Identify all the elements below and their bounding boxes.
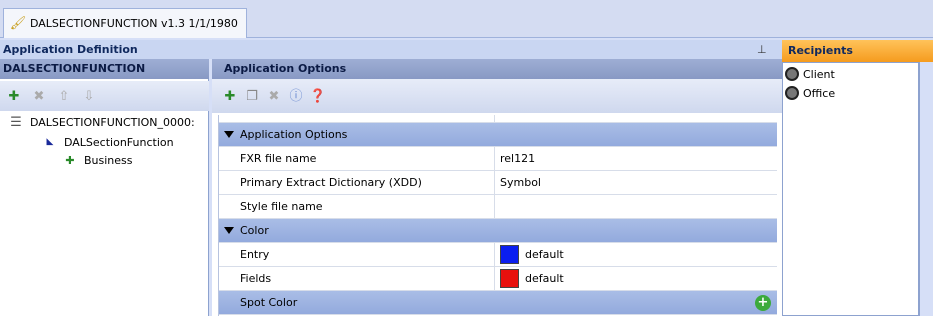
move-up-icon[interactable]: ⇧ — [56, 88, 72, 104]
tree-node-root[interactable]: ☰ DALSECTIONFUNCTION_0000: — [8, 114, 195, 130]
document-icon: ☰ — [10, 114, 22, 130]
property-row[interactable]: FXR file name rel121 — [219, 147, 777, 171]
options-panel: Application Options ✚ ❐ ✖ ⓘ ❓ Applicatio… — [212, 59, 782, 316]
category-spot-color[interactable]: Spot Color + — [219, 291, 777, 315]
pin-icon[interactable]: ⊥ — [757, 43, 767, 56]
recipient-item-office[interactable]: Office — [785, 86, 835, 100]
options-panel-title: Application Options — [212, 59, 782, 79]
category-color[interactable]: Color — [219, 219, 777, 243]
recipient-item-client[interactable]: Client — [785, 67, 835, 81]
category-application-options[interactable]: Application Options — [219, 123, 777, 147]
document-tab-strip: 🖌 DALSECTIONFUNCTION v1.3 1/1/1980 — [0, 0, 933, 38]
property-row[interactable]: Style file name — [219, 195, 777, 219]
tree-node-label: DALSECTIONFUNCTION_0000: — [30, 115, 195, 129]
category-label: Application Options — [240, 128, 348, 141]
property-row[interactable]: Entry default — [219, 243, 777, 267]
category-label: Spot Color — [240, 296, 298, 309]
property-grid: Application Options FXR file name rel121… — [218, 115, 777, 316]
tree-node-section[interactable]: ◣ DALSectionFunction — [42, 134, 174, 150]
property-name: Entry — [219, 243, 495, 266]
recipient-label: Office — [803, 86, 836, 100]
collapse-arrow-icon[interactable] — [224, 131, 234, 138]
function-icon: ✚ — [65, 153, 75, 167]
grid-header-spacer — [219, 115, 777, 123]
recipients-header: Recipients — [782, 40, 933, 62]
recipient-label: Client — [803, 67, 835, 81]
document-tab-label: DALSECTIONFUNCTION v1.3 1/1/1980 — [30, 17, 238, 30]
color-value[interactable]: default — [500, 243, 564, 266]
move-down-icon[interactable]: ⇩ — [81, 88, 97, 104]
property-value: default — [525, 248, 564, 261]
property-value[interactable]: rel121 — [500, 147, 535, 170]
color-swatch[interactable] — [500, 269, 519, 288]
color-value[interactable]: default — [500, 267, 564, 290]
property-name: FXR file name — [219, 147, 495, 170]
category-label: Color — [240, 224, 269, 237]
property-name: Primary Extract Dictionary (XDD) — [219, 171, 495, 194]
tree-node-label: Business — [84, 153, 133, 167]
grid-header-cell — [219, 115, 495, 123]
add-option-icon[interactable]: ✚ — [222, 88, 238, 104]
tree-node-label: DALSectionFunction — [64, 135, 174, 149]
delete-icon[interactable]: ✖ — [266, 88, 282, 104]
options-toolbar: ✚ ❐ ✖ ⓘ ❓ — [212, 79, 782, 113]
tree-node-business[interactable]: ✚ Business — [62, 152, 133, 168]
tree-panel: DALSECTIONFUNCTION ✚ ✖ ⇧ ⇩ ☰ DALSECTIONF… — [0, 59, 209, 316]
section-icon: ◣ — [46, 136, 54, 147]
person-icon — [785, 67, 799, 81]
property-name: Fields — [219, 267, 495, 290]
delete-icon[interactable]: ✖ — [31, 88, 47, 104]
add-spot-color-icon[interactable]: + — [755, 295, 771, 311]
property-name: Style file name — [219, 195, 495, 218]
property-row[interactable]: Fields default — [219, 267, 777, 291]
property-row[interactable]: Primary Extract Dictionary (XDD) Symbol — [219, 171, 777, 195]
person-icon — [785, 86, 799, 100]
application-definition-header: Application Definition — [0, 40, 782, 59]
collapse-arrow-icon[interactable] — [224, 227, 234, 234]
property-value[interactable]: Symbol — [500, 171, 541, 194]
tree-panel-title: DALSECTIONFUNCTION — [0, 59, 209, 79]
add-node-icon[interactable]: ✚ — [6, 88, 22, 104]
copy-icon[interactable]: ❐ — [244, 88, 260, 104]
help-icon[interactable]: ❓ — [310, 88, 326, 104]
brush-icon: 🖌 — [9, 16, 27, 31]
property-value: default — [525, 272, 564, 285]
info-icon[interactable]: ⓘ — [288, 88, 304, 104]
recipients-list: Client Office — [782, 62, 919, 316]
document-tab[interactable]: 🖌 DALSECTIONFUNCTION v1.3 1/1/1980 — [3, 8, 247, 38]
color-swatch[interactable] — [500, 245, 519, 264]
tree-toolbar: ✚ ✖ ⇧ ⇩ — [0, 81, 209, 111]
panel-splitter[interactable] — [919, 62, 933, 316]
